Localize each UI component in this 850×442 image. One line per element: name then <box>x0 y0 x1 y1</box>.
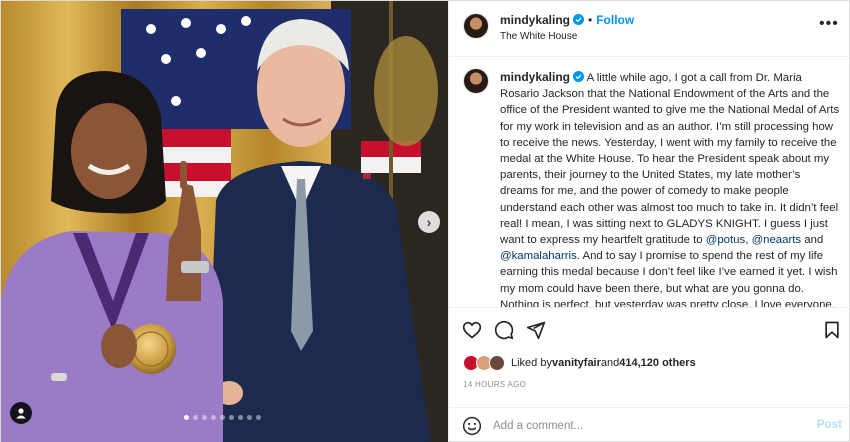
carousel-dot <box>184 415 189 420</box>
emoji-icon[interactable] <box>462 416 482 436</box>
verified-badge-icon <box>573 14 585 25</box>
more-horizontal-icon[interactable]: ••• <box>819 15 839 33</box>
post-location[interactable]: The White House <box>500 31 577 42</box>
tagged-users-button[interactable] <box>10 402 32 424</box>
post-side-panel: mindykaling • Follow The White House ••• m… <box>448 1 850 442</box>
caption-text-segment: A little while ago, I got a call from Dr… <box>500 72 840 247</box>
liker-avatar <box>489 355 505 371</box>
comment-icon[interactable] <box>494 320 514 340</box>
liker-avatars <box>463 355 507 371</box>
comments-section: mindykaling A little while ago, I got a … <box>449 57 850 307</box>
comment-input[interactable] <box>493 417 793 435</box>
header-account-line: mindykaling • Follow <box>500 13 634 27</box>
post-timestamp[interactable]: 14 HOURS AGO <box>463 380 526 389</box>
likes-user[interactable]: vanityfair <box>552 357 601 369</box>
add-comment-bar: Post <box>449 407 850 442</box>
carousel-dot <box>220 415 225 420</box>
follow-button[interactable]: Follow <box>596 13 634 27</box>
post-media[interactable]: › <box>1 1 448 442</box>
caption-avatar[interactable] <box>463 68 489 94</box>
caption-text-segment: and <box>801 234 824 247</box>
caption-text: A little while ago, I got a call from Dr… <box>500 72 839 307</box>
verified-badge-icon <box>573 71 585 82</box>
user-tag-icon <box>16 408 26 419</box>
header-username[interactable]: mindykaling <box>500 13 570 27</box>
instagram-post: › mindykaling • Follow The White House •••… <box>0 0 850 442</box>
post-actions: Liked by vanityfair and 414,120 others 1… <box>449 307 850 415</box>
post-comment-button[interactable]: Post <box>817 419 842 431</box>
likes-prefix: Liked by <box>511 357 552 369</box>
post-caption: mindykaling A little while ago, I got a … <box>500 69 840 307</box>
separator-dot: • <box>588 13 593 27</box>
carousel-dot <box>193 415 198 420</box>
carousel-dot <box>256 415 261 420</box>
post-photo <box>1 1 448 442</box>
carousel-dot <box>247 415 252 420</box>
caption-mention-link[interactable]: @potus <box>706 234 745 246</box>
chevron-right-icon: › <box>426 214 432 230</box>
share-icon[interactable] <box>526 320 546 340</box>
caption-mention-link[interactable]: @neaarts <box>752 234 802 246</box>
carousel-next-button[interactable]: › <box>418 211 440 233</box>
bookmark-icon[interactable] <box>822 320 842 340</box>
carousel-indicator <box>184 415 261 420</box>
carousel-dot <box>202 415 207 420</box>
caption-username[interactable]: mindykaling <box>500 70 570 84</box>
carousel-dot <box>229 415 234 420</box>
carousel-dot <box>238 415 243 420</box>
carousel-dot <box>211 415 216 420</box>
likes-summary: Liked by vanityfair and 414,120 others <box>463 354 696 372</box>
likes-middle: and <box>600 357 620 369</box>
post-header: mindykaling • Follow The White House ••• <box>449 1 850 57</box>
caption-mention-link[interactable]: @kamalaharris <box>500 250 577 262</box>
likes-count[interactable]: 414,120 others <box>619 357 695 369</box>
heart-icon[interactable] <box>462 320 482 340</box>
avatar[interactable] <box>463 13 489 39</box>
